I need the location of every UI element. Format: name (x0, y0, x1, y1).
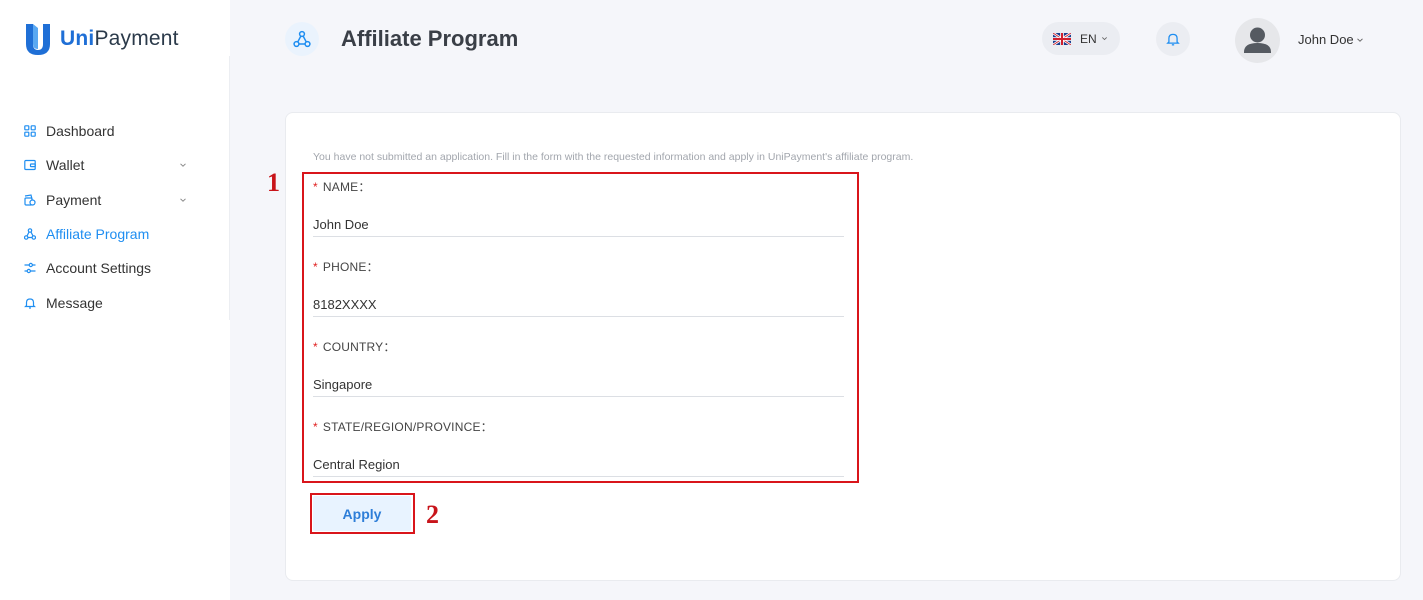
brand-name: UniPayment (60, 27, 179, 50)
bell-icon (24, 297, 36, 309)
avatar[interactable] (1235, 18, 1280, 63)
sidebar-item-payment[interactable]: Payment (0, 183, 230, 217)
sidebar-item-label: Dashboard (46, 123, 115, 140)
sidebar-item-label: Message (46, 294, 103, 311)
user-icon (1244, 27, 1271, 53)
sidebar-item-account-settings[interactable]: Account Settings (0, 251, 230, 285)
grid-icon (24, 125, 36, 137)
sidebar-item-affiliate-program[interactable]: Affiliate Program (0, 217, 230, 251)
network-icon (24, 228, 36, 240)
sliders-icon (24, 262, 36, 274)
sidebar: UniPayment Dashboard Wallet Payment Affi… (0, 0, 230, 600)
chevron-down-icon (180, 163, 186, 168)
sidebar-item-wallet[interactable]: Wallet (0, 148, 230, 182)
payment-icon (24, 194, 36, 206)
logo[interactable]: UniPayment (24, 22, 179, 56)
sidebar-item-dashboard[interactable]: Dashboard (0, 114, 230, 148)
sidebar-item-label: Wallet (46, 157, 85, 174)
bell-icon (1166, 33, 1180, 46)
sidebar-item-label: Affiliate Program (46, 226, 150, 243)
language-selector[interactable]: EN (1042, 22, 1120, 55)
user-name: John Doe (1298, 32, 1354, 47)
application-notice: You have not submitted an application. F… (313, 151, 914, 163)
notifications-button[interactable] (1156, 22, 1190, 56)
wallet-icon (24, 159, 36, 171)
network-icon (293, 30, 311, 48)
user-menu[interactable]: John Doe (1298, 32, 1364, 47)
uk-flag-icon (1053, 32, 1071, 45)
chevron-down-icon (180, 198, 186, 202)
sidebar-item-label: Payment (46, 191, 102, 208)
sidebar-item-message[interactable]: Message (0, 285, 230, 319)
annotation-number-1: 1 (267, 168, 280, 197)
annotation-number-2: 2 (426, 500, 439, 529)
sidebar-item-label: Account Settings (46, 260, 152, 277)
language-code: EN (1080, 31, 1097, 46)
sidebar-nav: Dashboard Wallet Payment Affiliate Progr… (0, 114, 230, 320)
unipayment-logo-icon (26, 24, 50, 55)
page-icon (285, 22, 319, 56)
annotation-box-1 (302, 172, 859, 483)
chevron-down-icon (1356, 37, 1363, 42)
annotation-box-2 (310, 493, 415, 534)
sidebar-divider (229, 56, 230, 320)
chevron-down-icon (1101, 37, 1107, 41)
page-title: Affiliate Program (341, 26, 519, 51)
